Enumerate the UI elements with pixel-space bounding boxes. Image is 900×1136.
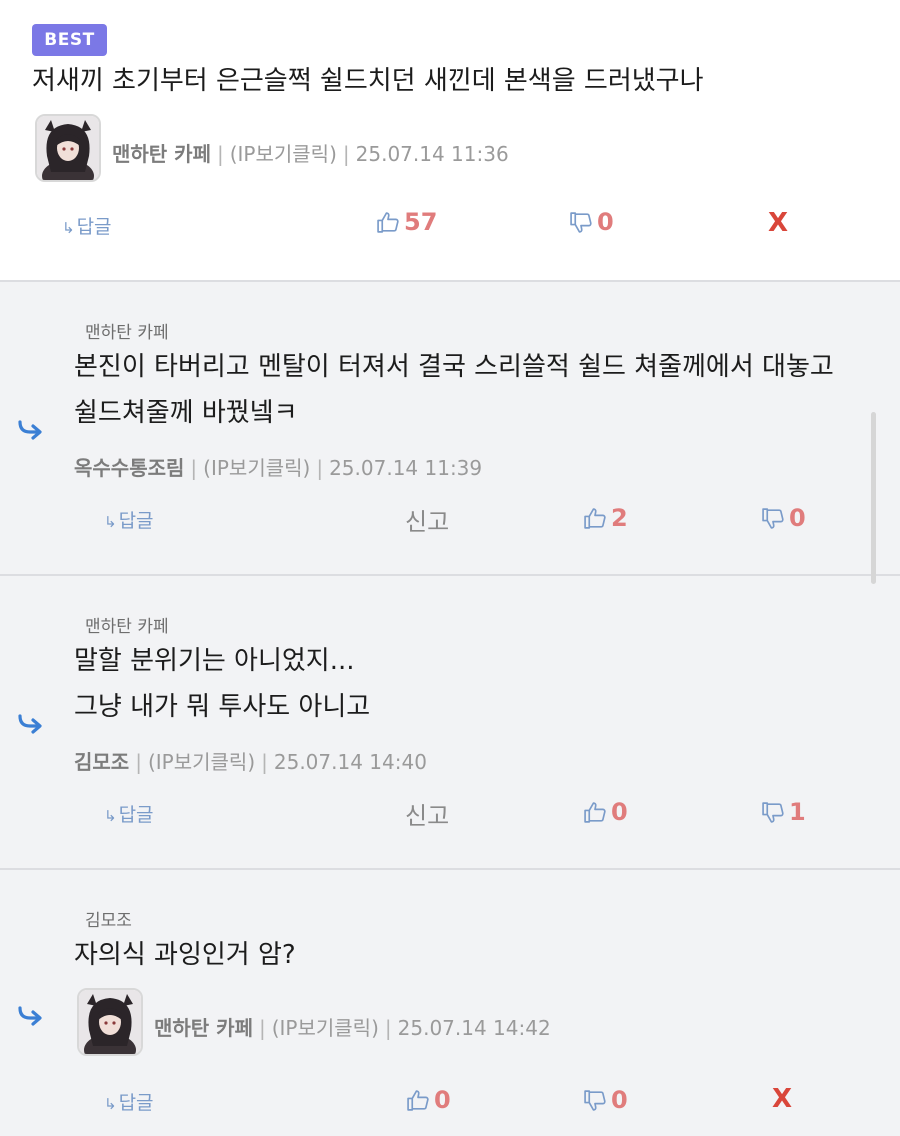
downvote-count: 0	[597, 208, 614, 236]
reply-arrow-icon	[18, 714, 42, 734]
upvote-count: 2	[611, 504, 628, 532]
timestamp: 25.07.14 14:40	[273, 750, 427, 774]
thumbs-down-icon	[762, 801, 784, 823]
report-button[interactable]: 신고	[405, 502, 449, 537]
thumbs-down-icon	[762, 507, 784, 529]
upvote-button[interactable]: 0	[583, 798, 628, 826]
reply-comment: 맨하탄 카페 말할 분위기는 아니었지... 그냥 내가 뭐 투사도 아니고 김…	[0, 578, 900, 870]
reply-small-arrow-icon: ↳	[104, 513, 117, 531]
comment-content-line: 본진이 타버리고 멘탈이 터져서 결국 스리쓸적 쉴드 쳐줄께에서 대놓고	[74, 352, 834, 382]
reply-label: 답글	[118, 1092, 154, 1114]
parent-author: 김모조	[85, 911, 132, 931]
reply-small-arrow-icon: ↳	[62, 219, 75, 237]
downvote-count: 1	[789, 798, 806, 826]
reply-button[interactable]: ↳ 답글	[104, 800, 154, 827]
thumbs-down-icon	[584, 1089, 606, 1111]
ip-link[interactable]: (IP보기클릭)	[148, 750, 255, 774]
thumbs-down-icon	[570, 211, 592, 233]
best-badge: BEST	[32, 24, 107, 56]
separator: |	[384, 1016, 392, 1040]
separator: |	[135, 750, 142, 774]
avatar[interactable]	[77, 988, 143, 1056]
downvote-button[interactable]: 0	[583, 1086, 628, 1114]
comment-content-line: 쉴드쳐줄께 바꿨넼ㅋ	[74, 398, 298, 428]
comment-meta: 김모조 | (IP보기클릭) | 25.07.14 14:40	[74, 746, 427, 775]
timestamp: 25.07.14 11:39	[329, 456, 483, 480]
thumbs-up-icon	[584, 507, 606, 529]
downvote-count: 0	[789, 504, 806, 532]
downvote-button[interactable]: 0	[761, 504, 806, 532]
avatar-image	[79, 990, 141, 1054]
ip-link[interactable]: (IP보기클릭)	[203, 456, 310, 480]
author-name[interactable]: 맨하탄 카페	[112, 142, 211, 166]
reply-comment: 김모조 자의식 과잉인거 암? 맨하탄 카페 | (IP보기클릭) | 25.07.14…	[0, 872, 900, 1136]
delete-button[interactable]: X	[768, 208, 788, 238]
reply-label: 답글	[76, 216, 112, 238]
downvote-count: 0	[611, 1086, 628, 1114]
upvote-count: 0	[434, 1086, 451, 1114]
upvote-count: 57	[404, 208, 438, 236]
separator: |	[342, 142, 350, 166]
separator: |	[316, 456, 324, 480]
upvote-button[interactable]: 57	[376, 208, 437, 236]
downvote-button[interactable]: 0	[569, 208, 614, 236]
avatar[interactable]	[35, 114, 101, 182]
reply-button[interactable]: ↳ 답글	[104, 506, 154, 533]
separator: |	[190, 456, 198, 480]
upvote-count: 0	[611, 798, 628, 826]
reply-arrow-icon	[18, 1006, 42, 1026]
comment-meta: 맨하탄 카페 | (IP보기클릭) | 25.07.14 11:36	[112, 138, 509, 167]
reply-label: 답글	[118, 510, 154, 532]
author-name[interactable]: 맨하탄 카페	[154, 1016, 253, 1040]
ip-link[interactable]: (IP보기클릭)	[272, 1016, 379, 1040]
comment-content-line: 말할 분위기는 아니었지...	[74, 646, 355, 676]
separator: |	[216, 142, 224, 166]
reply-comment: 맨하탄 카페 본진이 타버리고 멘탈이 터져서 결국 스리쓸적 쉴드 쳐줄께에서…	[0, 284, 900, 576]
reply-small-arrow-icon: ↳	[104, 1095, 117, 1113]
scrollbar[interactable]	[871, 412, 876, 584]
ip-link[interactable]: (IP보기클릭)	[230, 142, 337, 166]
upvote-button[interactable]: 2	[583, 504, 628, 532]
separator: |	[261, 750, 268, 774]
report-button[interactable]: 신고	[405, 796, 449, 831]
best-comment: BEST 저새끼 초기부터 은근슬쩍 쉴드치던 새낀데 본색을 드러냈구나 맨하…	[0, 0, 900, 282]
avatar-image	[37, 116, 99, 180]
comment-meta: 맨하탄 카페 | (IP보기클릭) | 25.07.14 14:42	[154, 1012, 551, 1041]
comment-meta: 옥수수통조림 | (IP보기클릭) | 25.07.14 11:39	[74, 452, 482, 481]
reply-arrow-icon	[18, 420, 42, 440]
timestamp: 25.07.14 14:42	[397, 1016, 551, 1040]
reply-small-arrow-icon: ↳	[104, 807, 117, 825]
downvote-button[interactable]: 1	[761, 798, 806, 826]
reply-button[interactable]: ↳ 답글	[62, 212, 112, 239]
comment-content-line: 그냥 내가 뭐 투사도 아니고	[74, 692, 371, 722]
timestamp: 25.07.14 11:36	[355, 142, 509, 166]
thumbs-up-icon	[407, 1089, 429, 1111]
thumbs-up-icon	[584, 801, 606, 823]
upvote-button[interactable]: 0	[406, 1086, 451, 1114]
parent-author: 맨하탄 카페	[85, 617, 169, 637]
reply-label: 답글	[118, 804, 154, 826]
thumbs-up-icon	[377, 211, 399, 233]
parent-author: 맨하탄 카페	[85, 323, 169, 343]
comment-content-line: 자의식 과잉인거 암?	[74, 940, 296, 970]
author-name[interactable]: 옥수수통조림	[74, 456, 184, 480]
delete-button[interactable]: X	[772, 1084, 792, 1114]
separator: |	[258, 1016, 266, 1040]
author-name[interactable]: 김모조	[74, 750, 129, 774]
comment-content: 저새끼 초기부터 은근슬쩍 쉴드치던 새낀데 본색을 드러냈구나	[32, 66, 704, 96]
reply-button[interactable]: ↳ 답글	[104, 1088, 154, 1115]
